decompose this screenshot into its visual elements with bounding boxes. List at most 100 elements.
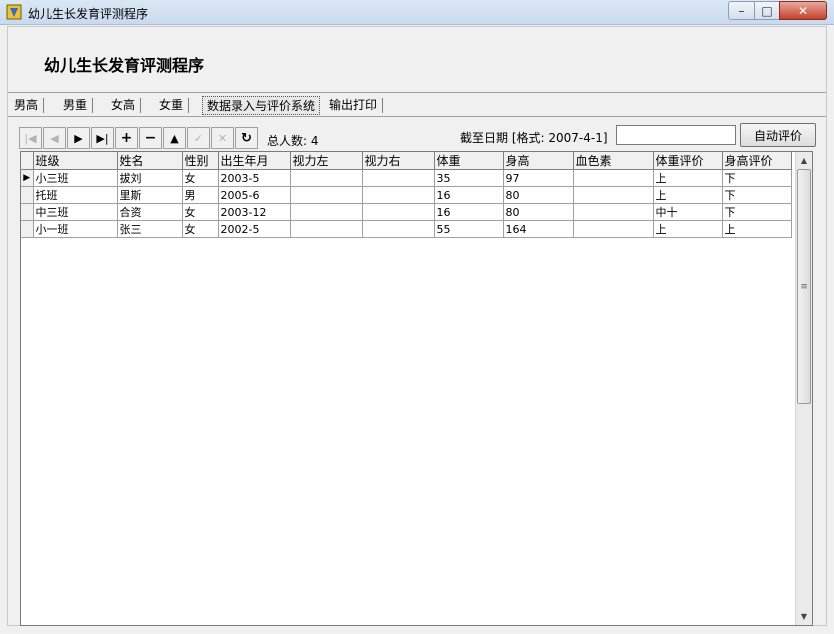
- grid-cell[interactable]: [362, 186, 435, 204]
- grid-cell[interactable]: [290, 169, 363, 187]
- column-header[interactable]: 出生年月: [218, 152, 291, 170]
- grid-cell[interactable]: 张三: [117, 220, 183, 238]
- grid-cell[interactable]: 80: [503, 186, 574, 204]
- current-row-indicator: ▶: [21, 169, 34, 187]
- grid-cell[interactable]: [290, 186, 363, 204]
- grid-cell[interactable]: 中十: [653, 203, 723, 221]
- tab-girl-height[interactable]: 女高: [107, 96, 142, 115]
- data-entry-page: |◀ ◀ ▶ ▶| + − ▲ ✓ ✕ ↻ 总人数: 4 截至日期 [格式: 2…: [8, 116, 826, 626]
- grid-cell[interactable]: 小三班: [33, 169, 118, 187]
- refresh-button[interactable]: ↻: [235, 127, 258, 149]
- column-header[interactable]: 性别: [182, 152, 219, 170]
- table-row[interactable]: 托班 里斯 男 2005-6 16 80 上 下: [21, 186, 792, 204]
- column-header[interactable]: 视力右: [362, 152, 435, 170]
- grid-cell[interactable]: [362, 169, 435, 187]
- table-row[interactable]: 小一班 张三 女 2002-5 55 164 上 上: [21, 220, 792, 238]
- table-row[interactable]: ▶ 小三班 拔刘 女 2003-5 35 97 上 下: [21, 169, 792, 187]
- grid-cell[interactable]: 上: [722, 220, 792, 238]
- date-label: 截至日期 [格式: 2007-4-1]: [460, 131, 608, 145]
- prior-record-button[interactable]: ◀: [43, 127, 66, 149]
- auto-evaluate-button[interactable]: 自动评价: [740, 123, 816, 147]
- grid-cell[interactable]: 女: [182, 203, 219, 221]
- grid-cell[interactable]: 16: [434, 203, 504, 221]
- header-panel: 幼儿生长发育评测程序: [8, 27, 826, 93]
- column-header[interactable]: 体重: [434, 152, 504, 170]
- scroll-down-icon[interactable]: ▼: [796, 608, 812, 625]
- grid-cell[interactable]: 下: [722, 169, 792, 187]
- column-header[interactable]: 身高: [503, 152, 574, 170]
- edit-record-button[interactable]: ▲: [163, 127, 186, 149]
- scroll-up-icon[interactable]: ▲: [796, 152, 812, 169]
- column-header[interactable]: 视力左: [290, 152, 363, 170]
- indicator-header: [21, 152, 34, 170]
- grid-cell[interactable]: 下: [722, 186, 792, 204]
- row-indicator: [21, 186, 34, 204]
- post-edit-button[interactable]: ✓: [187, 127, 210, 149]
- grid-cell[interactable]: 合资: [117, 203, 183, 221]
- db-navigator: |◀ ◀ ▶ ▶| + − ▲ ✓ ✕ ↻: [19, 127, 259, 149]
- column-header[interactable]: 班级: [33, 152, 118, 170]
- grid-cell[interactable]: 16: [434, 186, 504, 204]
- column-header[interactable]: 姓名: [117, 152, 183, 170]
- column-header[interactable]: 身高评价: [722, 152, 792, 170]
- grid-cell[interactable]: 男: [182, 186, 219, 204]
- grid-cell[interactable]: [573, 220, 654, 238]
- grid-cell[interactable]: 下: [722, 203, 792, 221]
- grid-cell[interactable]: 2003-5: [218, 169, 291, 187]
- row-indicator: [21, 203, 34, 221]
- grid-cell[interactable]: [362, 203, 435, 221]
- app-icon: [6, 4, 22, 20]
- vertical-scrollbar[interactable]: ▲ ≡ ▼: [795, 152, 812, 625]
- maximize-button[interactable]: □: [754, 1, 780, 20]
- grid-cell[interactable]: [290, 220, 363, 238]
- grid-cell[interactable]: 托班: [33, 186, 118, 204]
- tab-print[interactable]: 输出打印: [325, 96, 384, 115]
- grid-cell[interactable]: 2002-5: [218, 220, 291, 238]
- grid-cell[interactable]: 女: [182, 220, 219, 238]
- grid-cell[interactable]: 35: [434, 169, 504, 187]
- last-record-button[interactable]: ▶|: [91, 127, 114, 149]
- next-record-button[interactable]: ▶: [67, 127, 90, 149]
- grid-cell[interactable]: 女: [182, 169, 219, 187]
- tab-data-entry[interactable]: 数据录入与评价系统: [202, 96, 321, 115]
- column-header[interactable]: 血色素: [573, 152, 654, 170]
- cancel-edit-button[interactable]: ✕: [211, 127, 234, 149]
- grid-cell[interactable]: 上: [653, 186, 723, 204]
- grid-cell[interactable]: 97: [503, 169, 574, 187]
- grid-cell[interactable]: 上: [653, 169, 723, 187]
- grid-cell[interactable]: [573, 203, 654, 221]
- grid-cell[interactable]: 55: [434, 220, 504, 238]
- grid-cell[interactable]: 里斯: [117, 186, 183, 204]
- row-indicator: [21, 220, 34, 238]
- table-row[interactable]: 中三班 合资 女 2003-12 16 80 中十 下: [21, 203, 792, 221]
- grid-cell[interactable]: 80: [503, 203, 574, 221]
- insert-record-button[interactable]: +: [115, 127, 138, 149]
- grid-cell[interactable]: 上: [653, 220, 723, 238]
- scroll-thumb[interactable]: ≡: [797, 169, 811, 404]
- tab-boy-height[interactable]: 男高: [10, 96, 45, 115]
- minimize-button[interactable]: –: [728, 1, 755, 20]
- grid-cell[interactable]: 中三班: [33, 203, 118, 221]
- main-window: 幼儿生长发育评测程序 男高 男重 女高 女重 数据录入与评价系统 输出打印 |◀…: [7, 26, 827, 626]
- grid-cell[interactable]: 小一班: [33, 220, 118, 238]
- close-button[interactable]: ✕: [779, 1, 827, 20]
- grid-header-row: 班级 姓名 性别 出生年月 视力左 视力右 体重 身高 血色素 体重评价 身高评…: [21, 152, 792, 170]
- first-record-button[interactable]: |◀: [19, 127, 42, 149]
- date-input[interactable]: [616, 125, 736, 145]
- grid-cell[interactable]: 2005-6: [218, 186, 291, 204]
- column-header[interactable]: 体重评价: [653, 152, 723, 170]
- grid-cell[interactable]: 164: [503, 220, 574, 238]
- tab-boy-weight[interactable]: 男重: [59, 96, 94, 115]
- tab-bar: 男高 男重 女高 女重 数据录入与评价系统 输出打印: [8, 96, 826, 115]
- grid-cell[interactable]: 拔刘: [117, 169, 183, 187]
- tab-girl-weight[interactable]: 女重: [155, 96, 190, 115]
- grid-table: 班级 姓名 性别 出生年月 视力左 视力右 体重 身高 血色素 体重评价 身高评…: [21, 152, 792, 238]
- grid-cell[interactable]: [362, 220, 435, 238]
- delete-record-button[interactable]: −: [139, 127, 162, 149]
- grid-cell[interactable]: [573, 169, 654, 187]
- grip-icon: ≡: [800, 281, 808, 292]
- grid-cell[interactable]: 2003-12: [218, 203, 291, 221]
- grid-cell[interactable]: [573, 186, 654, 204]
- data-grid[interactable]: 班级 姓名 性别 出生年月 视力左 视力右 体重 身高 血色素 体重评价 身高评…: [20, 151, 813, 626]
- grid-cell[interactable]: [290, 203, 363, 221]
